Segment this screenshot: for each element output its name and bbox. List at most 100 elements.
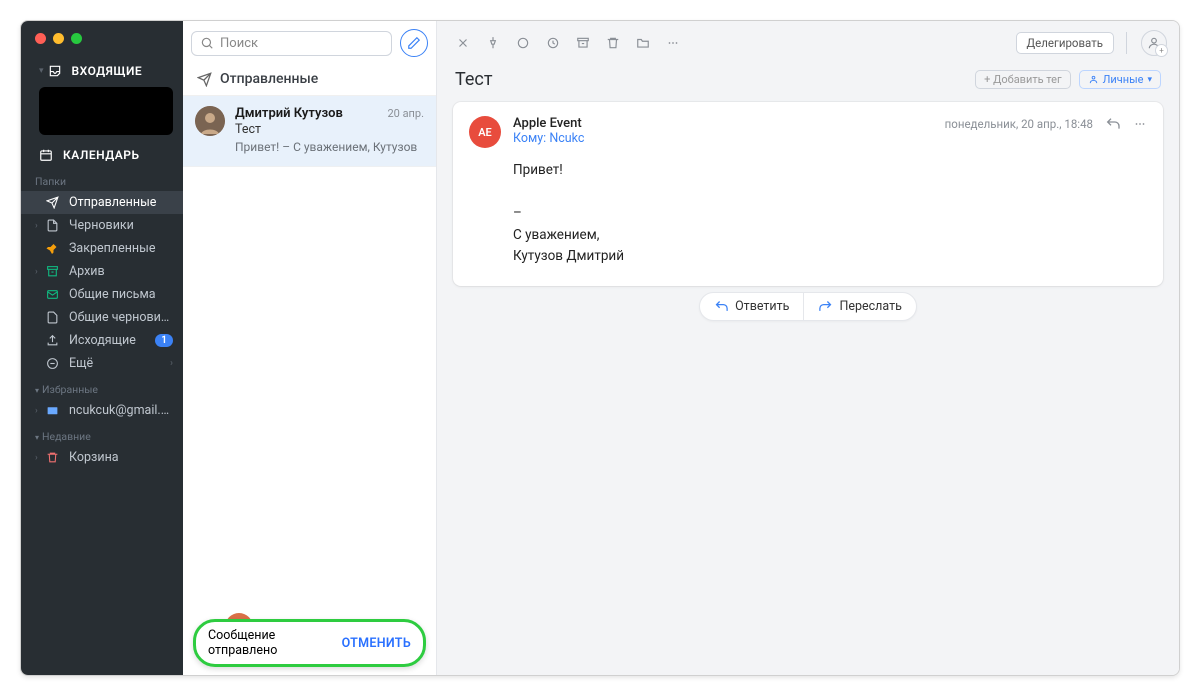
sidebar-item-label: Корзина: [69, 450, 173, 465]
dots-icon: [666, 36, 680, 50]
chevron-right-icon: ›: [35, 406, 45, 416]
mark-unread-button[interactable]: [509, 29, 537, 57]
circle-icon: [516, 36, 530, 50]
toast-text: Сообщение отправлено: [208, 628, 342, 658]
undo-button[interactable]: ОТМЕНИТЬ: [342, 636, 411, 651]
window-controls: [21, 21, 183, 54]
move-button[interactable]: [629, 29, 657, 57]
search-icon: [200, 36, 214, 50]
tag-label: Личные: [1103, 73, 1144, 86]
recipient-name[interactable]: Ncukc: [549, 131, 584, 146]
message-header-meta: понедельник, 20 апр., 18:48: [945, 116, 1147, 132]
maximize-window-button[interactable]: [71, 33, 82, 44]
inbox-icon: [48, 64, 62, 78]
body-line: Кутузов Дмитрий: [513, 246, 1145, 268]
sidebar-item-label: Закрепленные: [69, 241, 173, 256]
reader-toolbar: Делегировать: [437, 21, 1179, 65]
message-subject: Тест: [235, 122, 424, 137]
calendar-icon: [39, 148, 53, 162]
sidebar-item-drafts[interactable]: › Черновики: [21, 214, 183, 237]
sidebar-item-label: Архив: [69, 264, 173, 279]
sent-icon: [197, 72, 212, 87]
folders-section-label: Папки: [21, 167, 183, 191]
sent-icon: [45, 196, 59, 210]
message-list-panel: Поиск Отправленные Дмитрий Кутузов 20 ап…: [183, 21, 437, 675]
sidebar-item-label: Общие черновики: [69, 310, 173, 325]
reader-panel: Делегировать Тест + Добавить тег Личные …: [437, 21, 1179, 675]
message-date: 20 апр.: [387, 107, 424, 120]
clock-icon: [546, 36, 560, 50]
sidebar-item-shared-mail[interactable]: Общие письма: [21, 283, 183, 306]
search-input[interactable]: Поиск: [191, 31, 392, 56]
snooze-button[interactable]: [539, 29, 567, 57]
message-list-item[interactable]: Дмитрий Кутузов 20 апр. Тест Привет! – С…: [183, 96, 436, 167]
minimize-window-button[interactable]: [53, 33, 64, 44]
trash-icon: [606, 36, 620, 50]
person-icon: [1147, 36, 1161, 50]
recent-section-label: ▾Недавние: [21, 422, 183, 446]
sender-avatar: AE: [469, 116, 501, 148]
reply-button[interactable]: Ответить: [700, 293, 804, 320]
close-window-button[interactable]: [35, 33, 46, 44]
body-line: –: [513, 203, 1145, 225]
calendar-nav[interactable]: КАЛЕНДАРЬ: [21, 143, 183, 167]
sidebar-item-archive[interactable]: › Архив: [21, 260, 183, 283]
chevron-right-icon: ›: [35, 221, 45, 231]
sidebar-item-more[interactable]: Ещё ›: [21, 352, 183, 375]
sidebar-item-pinned[interactable]: Закрепленные: [21, 237, 183, 260]
mail-icon: [45, 404, 59, 418]
reply-icon: [1105, 116, 1121, 132]
forward-button[interactable]: Переслать: [804, 293, 915, 320]
archive-button[interactable]: [569, 29, 597, 57]
chevron-right-icon: ›: [170, 358, 173, 369]
more-button[interactable]: [659, 29, 687, 57]
sidebar-item-label: Ещё: [69, 356, 166, 371]
close-button[interactable]: [449, 29, 477, 57]
sidebar-item-label: Исходящие: [69, 333, 155, 348]
body-line: С уважением,: [513, 225, 1145, 247]
message-more-button[interactable]: [1133, 117, 1147, 131]
tag-personal[interactable]: Личные ▾: [1079, 70, 1161, 89]
sidebar-item-label: Черновики: [69, 218, 173, 233]
search-bar: Поиск: [183, 21, 436, 65]
sidebar: ▾ ВХОДЯЩИЕ КАЛЕНДАРЬ Папки Отправленные …: [21, 21, 183, 675]
sender-name: Apple Event: [513, 116, 933, 131]
sidebar-item-favorite-account[interactable]: › ncukcuk@gmail.com: [21, 399, 183, 422]
add-tag-button[interactable]: + Добавить тег: [975, 70, 1071, 89]
search-placeholder: Поиск: [220, 36, 258, 51]
chevron-down-icon: ▾: [39, 66, 44, 76]
sidebar-item-outbox[interactable]: Исходящие 1: [21, 329, 183, 352]
message-timestamp: понедельник, 20 апр., 18:48: [945, 117, 1093, 131]
pin-button[interactable]: [479, 29, 507, 57]
calendar-label: КАЛЕНДАРЬ: [63, 148, 139, 162]
sidebar-item-sent[interactable]: Отправленные: [21, 191, 183, 214]
reply-label: Ответить: [735, 299, 789, 314]
reply-icon: [714, 299, 729, 314]
message-from: Дмитрий Кутузов: [235, 106, 343, 121]
sidebar-item-trash[interactable]: › Корзина: [21, 446, 183, 469]
message-subject: Тест: [455, 69, 967, 90]
message-meta: Дмитрий Кутузов 20 апр. Тест Привет! – С…: [235, 106, 424, 154]
delete-button[interactable]: [599, 29, 627, 57]
reply-quick-button[interactable]: [1105, 116, 1121, 132]
sidebar-item-shared-drafts[interactable]: Общие черновики: [21, 306, 183, 329]
add-participant-button[interactable]: [1141, 30, 1167, 56]
more-icon: [45, 357, 59, 371]
outbox-icon: [45, 334, 59, 348]
inbox-nav[interactable]: ▾ ВХОДЯЩИЕ: [21, 54, 183, 83]
message-card: AE Apple Event Кому: Ncukc понедельник, …: [453, 102, 1163, 286]
chevron-right-icon: ›: [35, 267, 45, 277]
body-line: Привет!: [513, 160, 1145, 182]
outbox-badge: 1: [155, 334, 173, 347]
subject-row: Тест + Добавить тег Личные ▾: [437, 65, 1179, 102]
delegate-button[interactable]: Делегировать: [1016, 32, 1115, 54]
account-card[interactable]: [39, 87, 173, 135]
forward-label: Переслать: [839, 299, 901, 314]
compose-button[interactable]: [400, 29, 428, 57]
chevron-right-icon: ›: [35, 453, 45, 463]
list-folder-header: Отправленные: [183, 65, 436, 96]
sidebar-item-label: ncukcuk@gmail.com: [69, 403, 173, 418]
favorites-section-label: ▾Избранные: [21, 375, 183, 399]
folder-icon: [636, 36, 650, 50]
trash-icon: [45, 451, 59, 465]
